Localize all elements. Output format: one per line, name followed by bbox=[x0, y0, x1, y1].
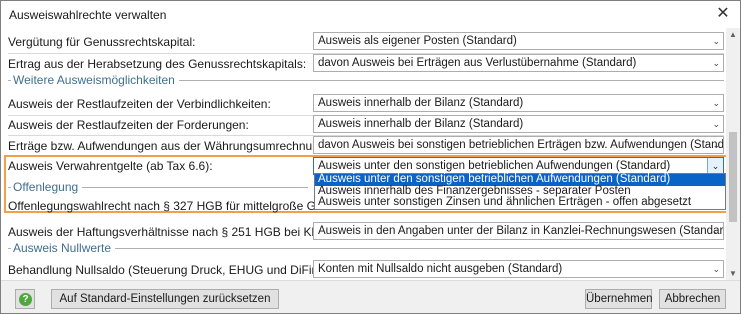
verwahrentgelte-label: Ausweis Verwahrentgelte (ab Tax 6.6): bbox=[8, 159, 213, 173]
genussrecht-herabsetzung-select[interactable]: davon Ausweis bei Erträgen aus Verlustüb… bbox=[313, 54, 724, 72]
select-value: Ausweis unter den sonstigen betriebliche… bbox=[318, 160, 671, 172]
dropdown-option[interactable]: Ausweis unter sonstigen Zinsen und ähnli… bbox=[315, 196, 725, 209]
nullsaldo-label: Behandlung Nullsaldo (Steuerung Druck, E… bbox=[8, 263, 326, 277]
group-title: Offenlegung bbox=[13, 180, 79, 194]
chevron-down-icon: ⌄ bbox=[712, 264, 720, 274]
group-title: Ausweis Nullwerte bbox=[13, 241, 112, 255]
chevron-down-icon: ⌄ bbox=[712, 58, 720, 68]
group-title: Weitere Ausweismöglichkeiten bbox=[13, 73, 175, 87]
verwahrentgelte-dropdown-list[interactable]: Ausweis unter den sonstigen betriebliche… bbox=[314, 173, 726, 210]
select-value: Ausweis als eigener Posten (Standard) bbox=[318, 35, 517, 47]
help-button[interactable]: ? bbox=[15, 289, 35, 309]
genussrecht-verguetung-label: Vergütung für Genussrechtskapital: bbox=[8, 35, 196, 49]
select-value: Ausweis innerhalb der Bilanz (Standard) bbox=[318, 118, 524, 130]
reset-defaults-button[interactable]: Auf Standard-Einstellungen zurücksetzen bbox=[51, 289, 279, 309]
haftungsverhaeltnisse-select[interactable]: Ausweis in den Angaben unter der Bilanz … bbox=[313, 222, 724, 240]
vertical-scrollbar[interactable]: ▲ ▼ bbox=[726, 28, 740, 280]
dropdown-option[interactable]: Ausweis unter den sonstigen betriebliche… bbox=[315, 173, 725, 186]
scroll-thumb[interactable] bbox=[729, 132, 737, 222]
cancel-button[interactable]: Abbrechen bbox=[659, 289, 726, 309]
genussrecht-herabsetzung-label: Ertrag aus der Herabsetzung des Genussre… bbox=[8, 57, 307, 71]
select-value: davon Ausweis bei sonstigen betriebliche… bbox=[318, 139, 724, 151]
dialog-window: Ausweiswahlrechte verwalten ✕ Vergütung … bbox=[0, 0, 741, 314]
group-weitere-ausweismoeglichkeiten: Weitere Ausweismöglichkeiten bbox=[8, 73, 724, 87]
restlaufzeit-forderungen-label: Ausweis der Restlaufzeiten der Forderung… bbox=[8, 118, 249, 132]
chevron-down-icon: ⌄ bbox=[712, 226, 720, 236]
waehrungsumrechnung-select[interactable]: davon Ausweis bei sonstigen betriebliche… bbox=[313, 136, 724, 154]
window-title: Ausweiswahlrechte verwalten bbox=[9, 8, 167, 22]
settings-scroll-area: Vergütung für Genussrechtskapital: Auswe… bbox=[1, 28, 740, 280]
waehrungsumrechnung-label: Erträge bzw. Aufwendungen aus der Währun… bbox=[8, 139, 329, 153]
chevron-down-icon: ⌄ bbox=[712, 36, 720, 46]
restlaufzeit-verbindlichkeiten-select[interactable]: Ausweis innerhalb der Bilanz (Standard) … bbox=[313, 94, 724, 112]
select-value: Ausweis in den Angaben unter der Bilanz … bbox=[318, 225, 724, 237]
group-ausweis-nullwerte: Ausweis Nullwerte bbox=[8, 241, 724, 255]
select-value: davon Ausweis bei Erträgen aus Verlustüb… bbox=[318, 57, 637, 69]
nullsaldo-select[interactable]: Konten mit Nullsaldo nicht ausgeben (Sta… bbox=[313, 260, 724, 278]
scroll-up-icon[interactable]: ▲ bbox=[729, 30, 737, 39]
scroll-down-icon[interactable]: ▼ bbox=[729, 269, 737, 278]
restlaufzeit-forderungen-select[interactable]: Ausweis innerhalb der Bilanz (Standard) … bbox=[313, 115, 724, 133]
chevron-down-icon: ⌄ bbox=[712, 140, 720, 150]
chevron-down-icon[interactable]: ⌄ bbox=[707, 158, 723, 174]
title-bar: Ausweiswahlrechte verwalten ✕ bbox=[1, 1, 740, 28]
help-icon: ? bbox=[19, 293, 32, 306]
dialog-footer: ? Auf Standard-Einstellungen zurücksetze… bbox=[1, 280, 740, 313]
apply-button[interactable]: Übernehmen bbox=[585, 289, 652, 309]
select-value: Ausweis innerhalb der Bilanz (Standard) bbox=[318, 97, 524, 109]
group-offenlegung: Offenlegung bbox=[8, 180, 308, 194]
genussrecht-verguetung-select[interactable]: Ausweis als eigener Posten (Standard) ⌄ bbox=[313, 32, 724, 50]
close-icon[interactable]: ✕ bbox=[712, 3, 734, 25]
chevron-down-icon: ⌄ bbox=[712, 119, 720, 129]
chevron-down-icon: ⌄ bbox=[712, 98, 720, 108]
select-value: Konten mit Nullsaldo nicht ausgeben (Sta… bbox=[318, 263, 563, 275]
restlaufzeit-verbindlichkeiten-label: Ausweis der Restlaufzeiten der Verbindli… bbox=[8, 97, 271, 111]
